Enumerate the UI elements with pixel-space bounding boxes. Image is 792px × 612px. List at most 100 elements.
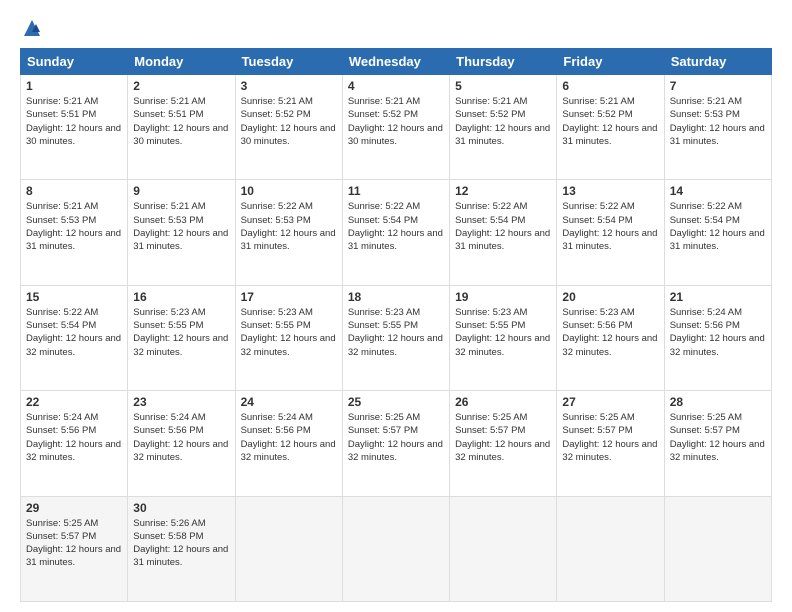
day-info: Sunrise: 5:23 AM Sunset: 5:55 PM Dayligh… (455, 306, 551, 359)
day-info: Sunrise: 5:23 AM Sunset: 5:55 PM Dayligh… (241, 306, 337, 359)
day-number: 3 (241, 79, 337, 93)
sunset-label: Sunset: 5:53 PM (241, 215, 311, 226)
sunset-label: Sunset: 5:52 PM (241, 109, 311, 120)
col-thursday: Thursday (450, 49, 557, 75)
header (20, 18, 772, 38)
daylight-label: Daylight: 12 hours and 32 minutes. (26, 439, 121, 463)
day-info: Sunrise: 5:21 AM Sunset: 5:52 PM Dayligh… (241, 95, 337, 148)
table-row: 26 Sunrise: 5:25 AM Sunset: 5:57 PM Dayl… (450, 391, 557, 496)
daylight-label: Daylight: 12 hours and 32 minutes. (670, 439, 765, 463)
table-row: 29 Sunrise: 5:25 AM Sunset: 5:57 PM Dayl… (21, 496, 128, 601)
day-info: Sunrise: 5:21 AM Sunset: 5:53 PM Dayligh… (133, 200, 229, 253)
table-row: 7 Sunrise: 5:21 AM Sunset: 5:53 PM Dayli… (664, 75, 771, 180)
calendar-header-row: Sunday Monday Tuesday Wednesday Thursday… (21, 49, 772, 75)
daylight-label: Daylight: 12 hours and 31 minutes. (455, 123, 550, 147)
col-saturday: Saturday (664, 49, 771, 75)
day-number: 23 (133, 395, 229, 409)
table-row: 11 Sunrise: 5:22 AM Sunset: 5:54 PM Dayl… (342, 180, 449, 285)
day-info: Sunrise: 5:22 AM Sunset: 5:53 PM Dayligh… (241, 200, 337, 253)
day-number: 12 (455, 184, 551, 198)
day-number: 28 (670, 395, 766, 409)
day-info: Sunrise: 5:21 AM Sunset: 5:52 PM Dayligh… (455, 95, 551, 148)
sunrise-label: Sunrise: 5:23 AM (348, 307, 420, 318)
day-number: 9 (133, 184, 229, 198)
table-row: 25 Sunrise: 5:25 AM Sunset: 5:57 PM Dayl… (342, 391, 449, 496)
sunset-label: Sunset: 5:54 PM (26, 320, 96, 331)
sunrise-label: Sunrise: 5:26 AM (133, 518, 205, 529)
table-row: 17 Sunrise: 5:23 AM Sunset: 5:55 PM Dayl… (235, 285, 342, 390)
daylight-label: Daylight: 12 hours and 32 minutes. (562, 439, 657, 463)
sunset-label: Sunset: 5:52 PM (348, 109, 418, 120)
sunrise-label: Sunrise: 5:21 AM (562, 96, 634, 107)
page: Sunday Monday Tuesday Wednesday Thursday… (0, 0, 792, 612)
sunset-label: Sunset: 5:56 PM (241, 425, 311, 436)
day-number: 20 (562, 290, 658, 304)
daylight-label: Daylight: 12 hours and 32 minutes. (562, 333, 657, 357)
day-number: 11 (348, 184, 444, 198)
day-number: 8 (26, 184, 122, 198)
sunset-label: Sunset: 5:54 PM (455, 215, 525, 226)
sunrise-label: Sunrise: 5:21 AM (133, 201, 205, 212)
sunset-label: Sunset: 5:56 PM (670, 320, 740, 331)
day-info: Sunrise: 5:24 AM Sunset: 5:56 PM Dayligh… (670, 306, 766, 359)
sunset-label: Sunset: 5:54 PM (348, 215, 418, 226)
sunrise-label: Sunrise: 5:25 AM (26, 518, 98, 529)
sunrise-label: Sunrise: 5:25 AM (562, 412, 634, 423)
day-info: Sunrise: 5:21 AM Sunset: 5:53 PM Dayligh… (670, 95, 766, 148)
table-row: 15 Sunrise: 5:22 AM Sunset: 5:54 PM Dayl… (21, 285, 128, 390)
sunset-label: Sunset: 5:54 PM (562, 215, 632, 226)
day-info: Sunrise: 5:23 AM Sunset: 5:56 PM Dayligh… (562, 306, 658, 359)
day-info: Sunrise: 5:22 AM Sunset: 5:54 PM Dayligh… (455, 200, 551, 253)
sunrise-label: Sunrise: 5:25 AM (348, 412, 420, 423)
table-row (557, 496, 664, 601)
table-row: 1 Sunrise: 5:21 AM Sunset: 5:51 PM Dayli… (21, 75, 128, 180)
logo-icon (22, 18, 42, 38)
day-info: Sunrise: 5:24 AM Sunset: 5:56 PM Dayligh… (26, 411, 122, 464)
sunrise-label: Sunrise: 5:23 AM (133, 307, 205, 318)
daylight-label: Daylight: 12 hours and 31 minutes. (241, 228, 336, 252)
col-wednesday: Wednesday (342, 49, 449, 75)
sunrise-label: Sunrise: 5:24 AM (26, 412, 98, 423)
daylight-label: Daylight: 12 hours and 32 minutes. (241, 333, 336, 357)
table-row: 3 Sunrise: 5:21 AM Sunset: 5:52 PM Dayli… (235, 75, 342, 180)
table-row: 20 Sunrise: 5:23 AM Sunset: 5:56 PM Dayl… (557, 285, 664, 390)
daylight-label: Daylight: 12 hours and 31 minutes. (133, 544, 228, 568)
table-row: 22 Sunrise: 5:24 AM Sunset: 5:56 PM Dayl… (21, 391, 128, 496)
day-info: Sunrise: 5:23 AM Sunset: 5:55 PM Dayligh… (133, 306, 229, 359)
table-row (664, 496, 771, 601)
day-number: 16 (133, 290, 229, 304)
day-info: Sunrise: 5:26 AM Sunset: 5:58 PM Dayligh… (133, 517, 229, 570)
day-number: 29 (26, 501, 122, 515)
sunrise-label: Sunrise: 5:21 AM (348, 96, 420, 107)
day-info: Sunrise: 5:23 AM Sunset: 5:55 PM Dayligh… (348, 306, 444, 359)
day-info: Sunrise: 5:21 AM Sunset: 5:52 PM Dayligh… (562, 95, 658, 148)
daylight-label: Daylight: 12 hours and 30 minutes. (348, 123, 443, 147)
day-number: 10 (241, 184, 337, 198)
calendar-week-row: 29 Sunrise: 5:25 AM Sunset: 5:57 PM Dayl… (21, 496, 772, 601)
sunset-label: Sunset: 5:57 PM (26, 531, 96, 542)
daylight-label: Daylight: 12 hours and 31 minutes. (26, 228, 121, 252)
day-number: 14 (670, 184, 766, 198)
table-row: 12 Sunrise: 5:22 AM Sunset: 5:54 PM Dayl… (450, 180, 557, 285)
sunset-label: Sunset: 5:57 PM (670, 425, 740, 436)
sunrise-label: Sunrise: 5:24 AM (241, 412, 313, 423)
day-info: Sunrise: 5:22 AM Sunset: 5:54 PM Dayligh… (26, 306, 122, 359)
day-number: 30 (133, 501, 229, 515)
daylight-label: Daylight: 12 hours and 32 minutes. (670, 333, 765, 357)
daylight-label: Daylight: 12 hours and 31 minutes. (562, 228, 657, 252)
table-row: 28 Sunrise: 5:25 AM Sunset: 5:57 PM Dayl… (664, 391, 771, 496)
daylight-label: Daylight: 12 hours and 31 minutes. (670, 123, 765, 147)
sunset-label: Sunset: 5:54 PM (670, 215, 740, 226)
sunrise-label: Sunrise: 5:21 AM (241, 96, 313, 107)
daylight-label: Daylight: 12 hours and 31 minutes. (562, 123, 657, 147)
sunset-label: Sunset: 5:55 PM (455, 320, 525, 331)
calendar-week-row: 1 Sunrise: 5:21 AM Sunset: 5:51 PM Dayli… (21, 75, 772, 180)
sunrise-label: Sunrise: 5:24 AM (133, 412, 205, 423)
table-row: 13 Sunrise: 5:22 AM Sunset: 5:54 PM Dayl… (557, 180, 664, 285)
day-number: 26 (455, 395, 551, 409)
col-friday: Friday (557, 49, 664, 75)
sunrise-label: Sunrise: 5:23 AM (241, 307, 313, 318)
sunrise-label: Sunrise: 5:22 AM (348, 201, 420, 212)
day-info: Sunrise: 5:24 AM Sunset: 5:56 PM Dayligh… (133, 411, 229, 464)
day-info: Sunrise: 5:24 AM Sunset: 5:56 PM Dayligh… (241, 411, 337, 464)
